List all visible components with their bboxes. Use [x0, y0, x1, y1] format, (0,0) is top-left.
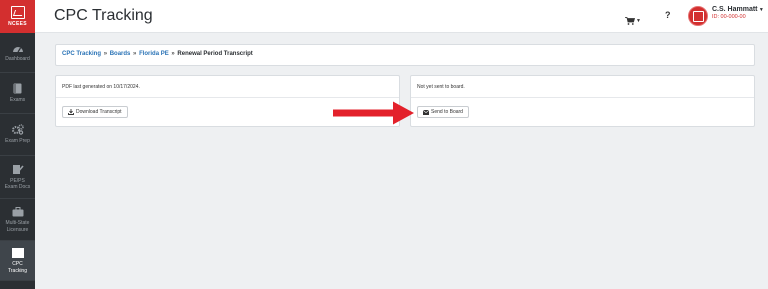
breadcrumb-link-boards[interactable]: Boards: [110, 51, 131, 57]
top-header: CPC Tracking ▼ ? C.S. Hammatt ▼ ID: 00-0…: [35, 0, 768, 33]
envelope-icon: [423, 109, 429, 115]
download-transcript-label: Download Transcript: [76, 109, 122, 115]
card-divider: [411, 97, 754, 98]
sidebar-item-multi-state-licensure[interactable]: Multi-State Licensure: [0, 199, 35, 241]
board-status-message: Not yet sent to board.: [417, 84, 465, 90]
sidebar: NCEES Dashboard Exams Exam Prep PE/PS Ex…: [0, 0, 35, 289]
red-arrow-annotation: [333, 101, 414, 125]
logo-text: NCEES: [8, 21, 27, 27]
breadcrumb-current: Renewal Period Transcript: [177, 51, 253, 57]
breadcrumb-link-cpc-tracking[interactable]: CPC Tracking: [62, 51, 101, 57]
breadcrumb-separator: »: [133, 51, 137, 57]
ncees-logo[interactable]: NCEES: [0, 0, 35, 33]
page-title: CPC Tracking: [54, 7, 153, 24]
sidebar-item-label: Exams: [9, 96, 26, 103]
dashboard-gauge-icon: [12, 42, 24, 53]
logo-mark-icon: [10, 6, 25, 19]
breadcrumb-separator: »: [171, 51, 175, 57]
sidebar-item-label: Multi-State Licensure: [5, 220, 30, 233]
download-transcript-button[interactable]: Download Transcript: [62, 106, 128, 118]
exam-book-icon: [12, 83, 24, 94]
user-avatar[interactable]: [688, 6, 708, 26]
send-to-board-card: Not yet sent to board. Send to Board: [410, 75, 755, 127]
document-pen-icon: [12, 164, 24, 175]
briefcase-icon: [12, 206, 24, 217]
gears-icon: [11, 124, 24, 135]
sidebar-item-exam-prep[interactable]: Exam Prep: [0, 114, 35, 156]
cart-dropdown[interactable]: ▼: [625, 12, 641, 30]
sidebar-item-label: Exam Prep: [5, 138, 30, 145]
card-divider: [56, 97, 399, 98]
send-to-board-button[interactable]: Send to Board: [417, 106, 469, 118]
send-to-board-label: Send to Board: [431, 109, 463, 115]
breadcrumb: CPC Tracking » Boards » Florida PE » Ren…: [62, 51, 253, 57]
user-menu[interactable]: C.S. Hammatt ▼ ID: 00-000-00: [712, 6, 764, 20]
list-table-icon: [11, 247, 24, 258]
shopping-cart-icon: [625, 12, 636, 30]
breadcrumb-link-florida-pe[interactable]: Florida PE: [139, 51, 169, 57]
sidebar-item-dashboard[interactable]: Dashboard: [0, 33, 35, 73]
sidebar-item-cpc-tracking[interactable]: CPC Tracking: [0, 241, 35, 281]
breadcrumb-panel: CPC Tracking » Boards » Florida PE » Ren…: [55, 44, 755, 66]
sidebar-item-exams[interactable]: Exams: [0, 73, 35, 114]
sidebar-item-label: PE/PS Exam Docs: [4, 177, 31, 191]
sidebar-item-label: CPC Tracking: [8, 261, 27, 274]
breadcrumb-separator: »: [103, 51, 108, 57]
sidebar-item-label: Dashboard: [5, 56, 30, 63]
chevron-down-icon: ▼: [636, 18, 641, 24]
user-id: ID: 00-000-00: [712, 14, 746, 20]
download-icon: [68, 109, 74, 115]
pdf-generated-message: PDF last generated on 10/17/2024.: [62, 84, 140, 90]
help-button[interactable]: ?: [665, 10, 671, 20]
user-name: C.S. Hammatt: [712, 6, 758, 13]
chevron-down-icon: ▼: [757, 7, 764, 13]
sidebar-item-pe-ps-exam-docs[interactable]: PE/PS Exam Docs: [0, 156, 35, 199]
